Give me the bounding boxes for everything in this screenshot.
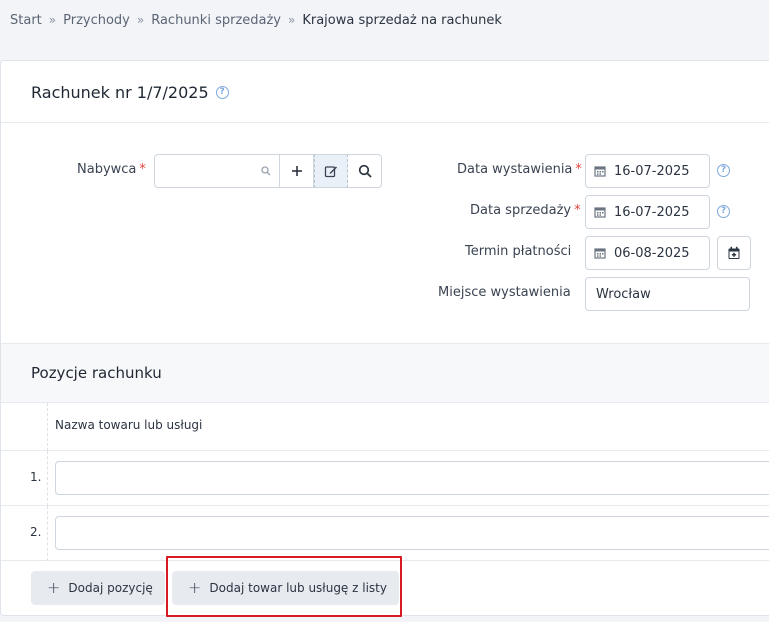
- add-item-from-list-label: Dodaj towar lub usługę z listy: [209, 581, 387, 595]
- buyer-label-text: Nabywca: [77, 162, 137, 177]
- invoice-card: Rachunek nr 1/7/2025 ? Nabywca * Data wy…: [0, 60, 769, 616]
- plus-icon: [291, 166, 302, 176]
- plus-icon: +: [47, 578, 61, 597]
- buyer-field-group: [154, 154, 382, 188]
- positions-title: Pozycje rachunku: [31, 364, 162, 382]
- row-number: 1.: [30, 470, 42, 484]
- place-label-text: Miejsce wystawienia: [438, 285, 571, 300]
- sale-date-input[interactable]: 16-07-2025: [585, 195, 710, 229]
- column-divider: [47, 451, 48, 506]
- invoice-title: Rachunek nr 1/7/2025: [31, 83, 209, 102]
- edit-icon: [324, 166, 337, 178]
- calendar-icon: [594, 166, 606, 177]
- place-input[interactable]: Wrocław: [585, 277, 750, 311]
- row-number: 2.: [30, 525, 42, 539]
- breadcrumb: Start » Przychody » Rachunki sprzedaży »…: [10, 11, 502, 29]
- breadcrumb-separator-icon: »: [48, 13, 57, 27]
- sale-date-label: Data sprzedaży *: [470, 203, 581, 218]
- due-date-input[interactable]: 06-08-2025: [585, 236, 710, 270]
- buyer-input[interactable]: [154, 154, 280, 188]
- item-name-input[interactable]: [55, 461, 769, 495]
- buyer-label: Nabywca *: [77, 162, 146, 177]
- required-marker: *: [574, 203, 581, 218]
- issue-date-label: Data wystawienia *: [457, 162, 582, 177]
- issue-date-help-icon[interactable]: ?: [717, 164, 730, 177]
- breadcrumb-separator-icon: »: [288, 13, 296, 27]
- breadcrumb-separator-icon: »: [136, 13, 145, 27]
- search-small-icon: [261, 166, 271, 176]
- search-icon: [358, 164, 372, 178]
- breadcrumb-current: Krajowa sprzedaż na rachunek: [302, 12, 502, 28]
- edit-buyer-button[interactable]: [314, 154, 348, 188]
- sale-date-label-text: Data sprzedaży: [470, 203, 572, 218]
- add-position-label: Dodaj pozycję: [68, 581, 153, 595]
- column-divider: [47, 403, 48, 451]
- calendar-icon: [594, 207, 606, 218]
- table-row: 2.: [1, 506, 769, 561]
- column-divider: [47, 506, 48, 561]
- place-label: Miejsce wystawienia: [438, 285, 571, 300]
- required-marker: *: [139, 162, 146, 177]
- calendar-icon: [594, 248, 606, 259]
- column-name-header: Nazwa towaru lub usługi: [55, 418, 203, 432]
- due-date-value: 06-08-2025: [614, 245, 690, 261]
- breadcrumb-start[interactable]: Start: [10, 13, 42, 28]
- due-date-label: Termin płatności: [465, 244, 571, 259]
- help-icon[interactable]: ?: [215, 86, 229, 99]
- issue-date-input[interactable]: 16-07-2025: [585, 154, 710, 188]
- sale-date-value: 16-07-2025: [614, 204, 690, 220]
- positions-table-header: Nazwa towaru lub usługi: [1, 403, 769, 451]
- plus-icon: +: [188, 578, 202, 597]
- due-date-calendar-button[interactable]: [717, 236, 751, 270]
- item-name-input[interactable]: [55, 516, 769, 550]
- search-buyer-button[interactable]: [348, 154, 382, 188]
- breadcrumb-income[interactable]: Przychody: [63, 13, 130, 28]
- add-buyer-button[interactable]: [280, 154, 314, 188]
- page-title: Rachunek nr 1/7/2025 ?: [31, 83, 229, 102]
- issue-date-label-text: Data wystawienia: [457, 162, 573, 177]
- positions-section-header: Pozycje rachunku: [1, 343, 769, 403]
- due-date-label-text: Termin płatności: [465, 244, 572, 259]
- card-header: Rachunek nr 1/7/2025 ?: [1, 61, 769, 123]
- calendar-add-icon: [728, 246, 740, 259]
- required-marker: *: [575, 162, 582, 177]
- add-item-from-list-button[interactable]: + Dodaj towar lub usługę z listy: [172, 571, 399, 605]
- breadcrumb-sales-bills[interactable]: Rachunki sprzedaży: [151, 13, 281, 28]
- add-position-button[interactable]: + Dodaj pozycję: [31, 571, 165, 605]
- place-value: Wrocław: [596, 286, 651, 302]
- issue-date-value: 16-07-2025: [614, 163, 690, 179]
- sale-date-help-icon[interactable]: ?: [717, 205, 730, 218]
- table-row: 1.: [1, 451, 769, 506]
